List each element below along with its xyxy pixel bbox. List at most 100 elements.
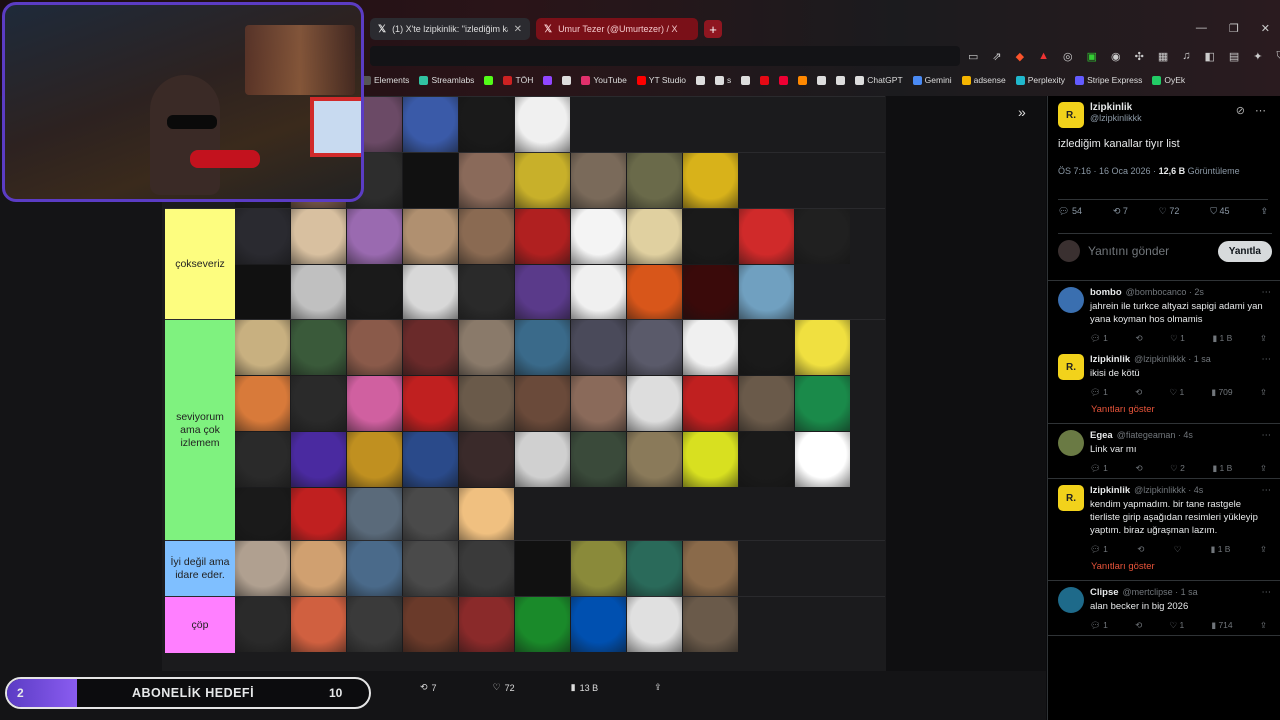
share-icon[interactable]: ⇪ (1260, 387, 1267, 398)
reply-handle[interactable]: @bombocanco · 2s (1126, 287, 1204, 297)
reply-button[interactable]: 💬︎ 1 (1090, 387, 1108, 398)
bookmark-item[interactable]: s (714, 75, 731, 85)
bookmark-button[interactable]: ⛉ 45 (1210, 206, 1229, 217)
share-icon[interactable]: ⇪ (1260, 463, 1267, 474)
close-tab-icon[interactable]: ✕ (514, 24, 522, 35)
tab-umur-tezer[interactable]: 𝕏 Umur Tezer (@Umurtezer) / X (536, 18, 698, 40)
bookmark-item[interactable] (760, 75, 770, 85)
post-author[interactable]: R. lzipkinlik @lzipkinlikkk (1058, 102, 1142, 128)
like-button[interactable]: ♡ 1 (1169, 620, 1184, 631)
retweet-button[interactable]: ⟲ (1135, 463, 1142, 474)
extension-icon[interactable]: ◉ (1111, 50, 1121, 63)
reply-button[interactable]: 💬︎ 1 (1090, 544, 1108, 555)
reply-post[interactable]: bombo @bombocanco · 2s ⋯ jahrein ile turkce… (1048, 281, 1280, 348)
extension-icon[interactable]: ▣ (1087, 50, 1097, 63)
like-button[interactable]: ♡ 1 (1170, 333, 1185, 344)
bookmark-item[interactable]: YouTube (581, 75, 627, 85)
retweet-button[interactable]: ⟲ (1137, 544, 1144, 555)
bookmark-item[interactable]: Stripe Express (1075, 75, 1142, 85)
reply-author-name[interactable]: Egea (1090, 430, 1113, 441)
rewards-icon[interactable]: ▲ (1038, 50, 1049, 63)
more-icon[interactable]: ⋯ (1262, 354, 1272, 365)
like-button[interactable]: ♡ 72 (1159, 206, 1180, 217)
avatar[interactable]: R. (1058, 102, 1084, 128)
grok-icon[interactable]: ⊘ (1236, 104, 1245, 117)
avatar[interactable] (1058, 430, 1084, 456)
bookmark-item[interactable] (817, 75, 827, 85)
extension-icon[interactable]: ▦ (1158, 50, 1168, 63)
address-bar[interactable] (370, 46, 960, 66)
puzzle-icon[interactable]: ✣ (1135, 50, 1144, 63)
reply-handle[interactable]: @mertclipse · 1 sa (1123, 587, 1198, 597)
bookmark-item[interactable]: Elements (362, 75, 409, 85)
more-icon[interactable]: ⋯ (1255, 104, 1266, 117)
bookmark-item[interactable] (695, 75, 705, 85)
like-button[interactable]: ♡ 72 (493, 682, 515, 693)
share-icon[interactable]: ⇪ (1260, 544, 1267, 555)
bookmark-item[interactable]: Gemini (912, 75, 952, 85)
reply-button[interactable]: 💬︎ 1 (1090, 620, 1108, 631)
reply-post[interactable]: Clipse @mertclipse · 1 sa ⋯ alan becker in … (1048, 581, 1280, 636)
bookmark-item[interactable]: Streamlabs (419, 75, 474, 85)
share-icon[interactable]: ⇪ (1260, 620, 1267, 631)
show-replies-link[interactable]: Yanıtları göster (1048, 559, 1280, 581)
reply-input[interactable]: Yanıtını gönder (1088, 244, 1210, 258)
retweet-button[interactable]: ⟲ 7 (420, 682, 437, 693)
post-time[interactable]: ÖS 7:16 · 16 Oca 2026 · (1058, 166, 1156, 176)
show-replies-link[interactable]: Yanıtları göster (1048, 402, 1280, 424)
bookmark-item[interactable]: adsense (961, 75, 1006, 85)
bookmark-item[interactable]: Perplexity (1015, 75, 1065, 85)
close-window-icon[interactable]: ✕ (1261, 22, 1270, 35)
reply-button[interactable]: 💬︎ 1 (1090, 333, 1108, 344)
more-icon[interactable]: ⋯ (1262, 430, 1272, 441)
avatar[interactable]: R. (1058, 354, 1084, 380)
author-name[interactable]: lzipkinlik (1090, 102, 1142, 113)
brave-shield-icon[interactable]: ◆ (1016, 50, 1024, 63)
bookmark-item[interactable] (741, 75, 751, 85)
bookmark-item[interactable] (562, 75, 572, 85)
maximize-icon[interactable]: ❐ (1229, 22, 1239, 35)
reply-post[interactable]: R. lzipkinlik @lzipkinlikkk · 1 sa ⋯ ikisi d… (1048, 348, 1280, 402)
bookmark-item[interactable] (484, 75, 494, 85)
bookmark-item[interactable] (798, 75, 808, 85)
views-button[interactable]: ▮ 709 (1211, 387, 1232, 398)
author-handle[interactable]: @lzipkinlikkk (1090, 113, 1142, 123)
reply-author-name[interactable]: lzipkinlik (1090, 354, 1130, 365)
bookmark-item[interactable]: ChatGPT (855, 75, 903, 85)
ai-icon[interactable]: ✦ (1253, 50, 1262, 63)
reply-button[interactable]: 💬︎ 54 (1058, 206, 1082, 217)
retweet-button[interactable]: ⟲ (1135, 387, 1142, 398)
bookmark-item[interactable]: OyEk (1152, 75, 1185, 85)
bookmark-item[interactable] (779, 75, 789, 85)
extension-icon[interactable]: ◎ (1063, 50, 1073, 63)
retweet-button[interactable]: ⟲ 7 (1113, 206, 1128, 217)
reply-handle[interactable]: @fiategeaman · 4s (1117, 430, 1193, 440)
music-icon[interactable]: ♫ (1182, 50, 1190, 63)
views-button[interactable]: ▮ 1 B (1212, 333, 1232, 344)
avatar[interactable] (1058, 587, 1084, 613)
avatar[interactable]: R. (1058, 485, 1084, 511)
install-icon[interactable]: ▭ (968, 50, 978, 63)
views-button[interactable]: ▮ 714 (1211, 620, 1232, 631)
share-icon[interactable]: ⇗ (992, 50, 1001, 63)
reply-author-name[interactable]: Clipse (1090, 587, 1119, 598)
views-button[interactable]: ▮ 1 B (1211, 544, 1231, 555)
reply-post[interactable]: Egea @fiategeaman · 4s ⋯ Link var mı 💬︎ 1 ⟲ ♡ … (1048, 424, 1280, 479)
more-icon[interactable]: ⋯ (1262, 485, 1272, 496)
more-icon[interactable]: ⋯ (1262, 287, 1272, 298)
reply-submit-button[interactable]: Yanıtla (1217, 240, 1272, 262)
views-button[interactable]: ▮ 13 B (571, 682, 598, 693)
wallet-icon[interactable]: ▤ (1229, 50, 1239, 63)
sidebar-icon[interactable]: ◧ (1204, 50, 1214, 63)
more-icon[interactable]: ⋯ (1262, 587, 1272, 598)
bookmark-item[interactable]: TÖH (503, 75, 533, 85)
reply-handle[interactable]: @lzipkinlikkk · 4s (1134, 485, 1203, 495)
share-icon[interactable]: ⇪ (1260, 206, 1268, 217)
collapse-chevron-icon[interactable]: » (1018, 104, 1026, 120)
avatar[interactable] (1058, 287, 1084, 313)
bookmark-item[interactable]: YT Studio (636, 75, 686, 85)
retweet-button[interactable]: ⟲ (1135, 620, 1142, 631)
reply-author-name[interactable]: bombo (1090, 287, 1122, 298)
like-button[interactable]: ♡ 1 (1169, 387, 1184, 398)
bookmark-item[interactable] (836, 75, 846, 85)
